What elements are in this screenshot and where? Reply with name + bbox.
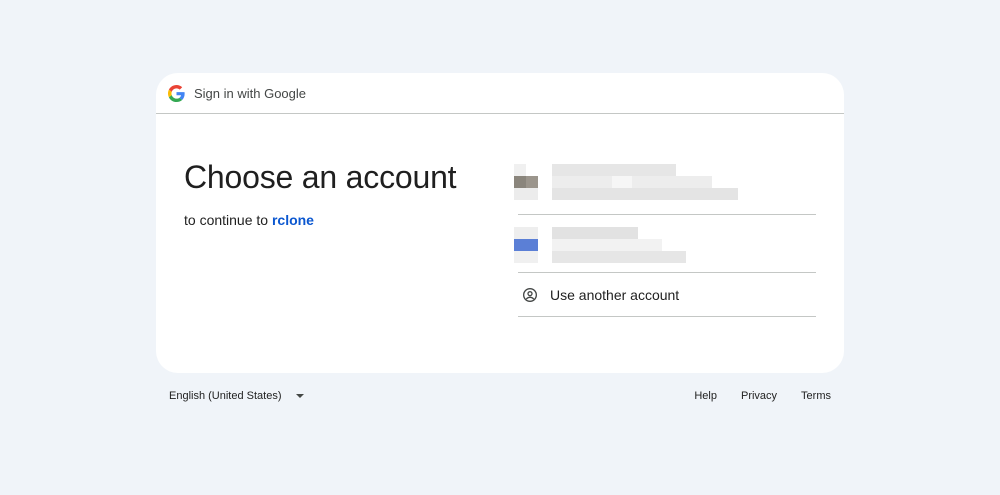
privacy-link[interactable]: Privacy: [741, 390, 777, 402]
app-name-link[interactable]: rclone: [272, 212, 314, 228]
subtitle-prefix: to continue to: [184, 212, 269, 228]
terms-link[interactable]: Terms: [801, 390, 831, 402]
heading-section: Choose an account to continue to rclone: [184, 158, 457, 228]
account-row-1[interactable]: [514, 158, 816, 215]
language-selector[interactable]: English (United States): [169, 390, 304, 402]
use-another-account-label: Use another account: [550, 286, 680, 303]
account-list: Use another account: [514, 158, 816, 317]
sign-in-card: Sign in with Google Choose an account to…: [156, 73, 844, 373]
language-label: English (United States): [169, 390, 282, 402]
footer: English (United States) Help Privacy Ter…: [169, 390, 831, 402]
footer-links: Help Privacy Terms: [670, 390, 831, 402]
subtitle: to continue to rclone: [184, 212, 456, 228]
account-circle-icon: [522, 287, 538, 303]
page-title: Choose an account: [184, 159, 457, 195]
google-g-icon: [168, 84, 185, 102]
header-title: Sign in with Google: [194, 85, 307, 101]
account-row-2[interactable]: [514, 215, 816, 273]
card-header: Sign in with Google: [156, 73, 844, 114]
help-link[interactable]: Help: [694, 390, 717, 402]
dropdown-caret-icon: [295, 394, 304, 398]
use-another-account-button[interactable]: Use another account: [518, 273, 816, 317]
